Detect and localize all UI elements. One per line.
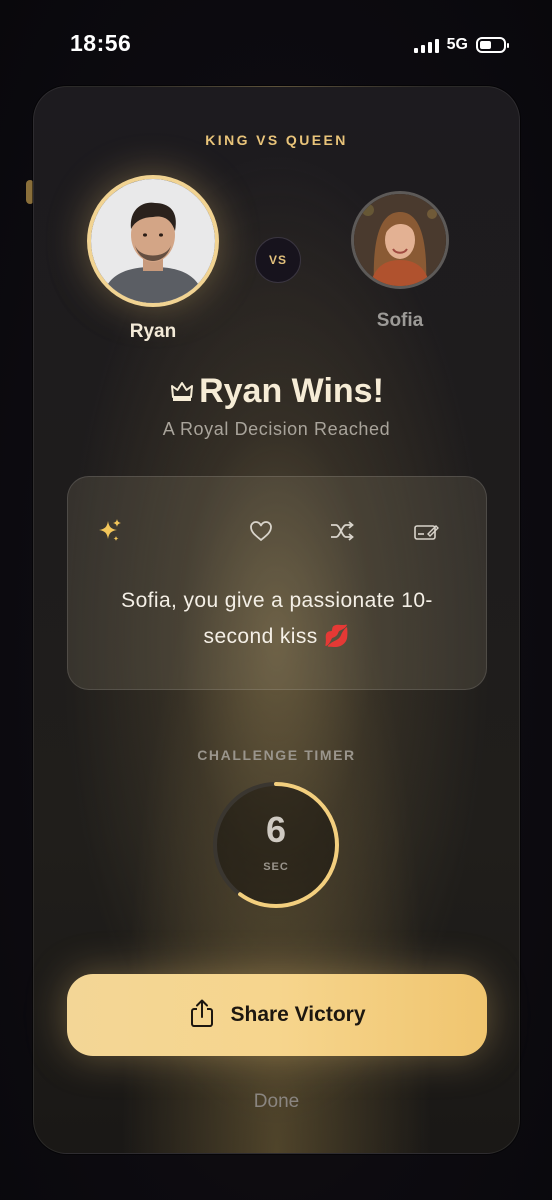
avatar-sofia (351, 191, 449, 289)
result-card: KING VS QUEEN Ryan VS Sofia Ryan Wins! A… (33, 86, 520, 1154)
mode-title: KING VS QUEEN (205, 132, 348, 148)
result-subtitle: A Royal Decision Reached (162, 419, 391, 439)
network-label: 5G (446, 36, 468, 53)
challenge-text: Sofia, you give a passionate 10-second k… (121, 589, 433, 648)
player-name-sofia: Sofia (376, 310, 424, 331)
status-bar: 18:56 5G (0, 0, 552, 80)
status-indicators: 5G (413, 34, 509, 56)
player-name-ryan: Ryan (129, 321, 177, 342)
timer-value: 6 (265, 809, 287, 850)
edit-icon[interactable] (412, 517, 440, 545)
challenge-card: Sofia, you give a passionate 10-second k… (67, 476, 487, 690)
winner-text: Ryan Wins! (199, 372, 384, 410)
share-victory-button[interactable]: Share Victory (67, 974, 487, 1056)
done-button[interactable]: Done (34, 1091, 519, 1113)
sparkle-icon[interactable] (96, 517, 124, 545)
screen: 18:56 5G KING VS QUEEN Ryan VS Sofia Rya… (0, 0, 552, 1200)
challenge-timer: 6 SEC (210, 779, 342, 911)
share-label: Share Victory (230, 1003, 366, 1026)
crown-icon (169, 374, 195, 413)
winner-title: Ryan Wins! (34, 372, 519, 413)
vs-badge: VS (255, 237, 301, 283)
timer-unit: SEC (263, 861, 289, 873)
timer-label: CHALLENGE TIMER (197, 747, 356, 763)
battery-icon (476, 37, 509, 53)
status-time: 18:56 (70, 30, 132, 56)
share-icon (188, 998, 216, 1033)
shuffle-icon[interactable] (328, 517, 356, 545)
signal-icon (413, 37, 439, 53)
avatar-ryan (87, 175, 219, 307)
heart-icon[interactable] (247, 517, 275, 545)
